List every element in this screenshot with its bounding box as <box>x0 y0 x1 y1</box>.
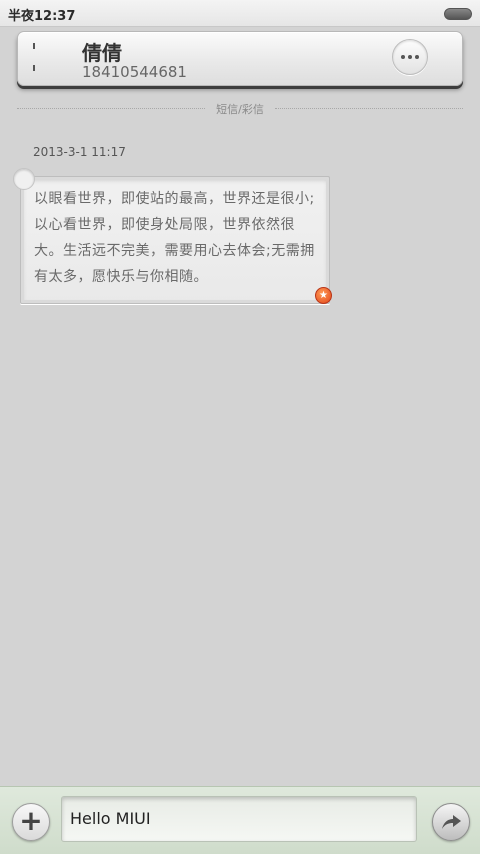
more-button[interactable] <box>392 39 428 75</box>
status-time: 半夜12:37 <box>8 9 76 24</box>
more-icon <box>401 55 419 59</box>
star-badge-icon[interactable]: ★ <box>315 287 332 304</box>
send-arrow-icon <box>442 815 461 829</box>
contact-header[interactable]: 倩倩 18410544681 <box>17 31 463 86</box>
add-attachment-button[interactable]: + <box>12 803 50 841</box>
contact-name: 倩倩 <box>82 41 122 65</box>
message-input[interactable]: Hello MIUI <box>61 796 417 842</box>
send-button[interactable] <box>432 803 470 841</box>
battery-icon <box>444 8 472 20</box>
bubble-anchor-icon <box>13 168 35 190</box>
contact-number: 18410544681 <box>82 63 187 81</box>
message-type-divider: 短信/彩信 <box>17 100 463 116</box>
divider-label: 短信/彩信 <box>216 103 264 116</box>
plus-icon: + <box>19 804 43 837</box>
message-timestamp: 2013-3-1 11:17 <box>33 145 126 159</box>
status-bar: 半夜12:37 <box>0 0 480 27</box>
message-bubble[interactable]: 以眼看世界，即使站的最高，世界还是很小;以心看世界，即使身处局限，世界依然很大。… <box>20 176 330 304</box>
message-text: 以眼看世界，即使站的最高，世界还是很小;以心看世界，即使身处局限，世界依然很大。… <box>34 191 315 285</box>
compose-bar: + Hello MIUI <box>0 786 480 854</box>
back-icon[interactable] <box>33 40 39 76</box>
